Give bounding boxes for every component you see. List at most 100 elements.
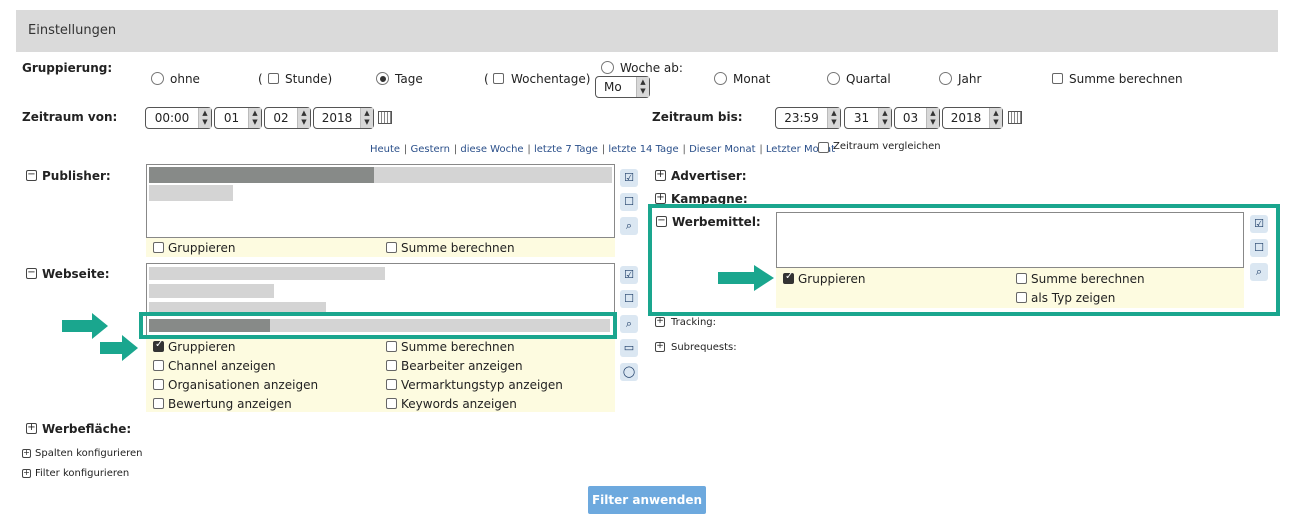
von-month-select[interactable]: 02 ▲ ▼ [264, 107, 311, 129]
chevron-updown-icon: ▲ ▼ [297, 108, 310, 128]
wochentage-paren: ( [484, 72, 489, 86]
checkbox-bearbeiter[interactable] [386, 360, 397, 371]
von-time-value: 00:00 [154, 111, 190, 125]
select-all-icon[interactable]: ☑ [620, 169, 638, 187]
checkbox-werbemittel-summe[interactable] [1016, 273, 1027, 284]
radio-ohne-label: ohne [170, 72, 200, 86]
search-icon[interactable]: ⌕ [620, 217, 638, 235]
collapse-werbemittel-icon[interactable]: − [656, 216, 667, 227]
deselect-all-icon[interactable]: ☐ [620, 193, 638, 211]
von-day-select[interactable]: 01 ▲ ▼ [214, 107, 262, 129]
bis-time-value: 23:59 [784, 111, 819, 125]
webseite-summe-label: Summe berechnen [401, 340, 515, 354]
chevron-updown-icon: ▲ ▼ [989, 108, 1002, 128]
channel-label: Channel anzeigen [168, 359, 276, 373]
radio-jahr[interactable] [939, 72, 952, 85]
advertiser-label: Advertiser: [671, 169, 747, 183]
list-item[interactable] [149, 167, 374, 183]
expand-werbeflaeche-icon[interactable]: + [26, 423, 37, 434]
radio-woche-ab[interactable] [601, 61, 614, 74]
checkbox-publisher-summe[interactable] [386, 242, 397, 253]
search-icon[interactable]: ⌕ [1250, 263, 1268, 281]
link-heute[interactable]: Heute [370, 144, 400, 155]
checkbox-wochentage[interactable] [493, 73, 504, 84]
spalten-link[interactable]: Spalten konfigurieren [35, 448, 143, 459]
radio-monat[interactable] [714, 72, 727, 85]
chevron-updown-icon: ▲ ▼ [360, 108, 373, 128]
von-month-value: 02 [273, 111, 289, 125]
organisationen-label: Organisationen anzeigen [168, 378, 319, 392]
checkbox-channel[interactable] [153, 360, 164, 371]
checkbox-publisher-gruppieren[interactable] [153, 242, 164, 253]
expand-spalten-icon[interactable]: + [22, 449, 31, 458]
page-title: Einstellungen [28, 23, 117, 38]
deselect-all-icon[interactable]: ☐ [1250, 239, 1268, 257]
user-icon[interactable]: ◯ [620, 363, 638, 381]
checkbox-stunde[interactable] [268, 73, 279, 84]
radio-quartal-label: Quartal [846, 72, 891, 86]
expand-kampagne-icon[interactable]: + [655, 193, 666, 204]
calendar-icon[interactable] [378, 111, 392, 124]
calendar-icon[interactable] [1008, 111, 1022, 124]
filter-config-link[interactable]: Filter konfigurieren [35, 468, 129, 479]
bis-year-select[interactable]: 2018 ▲ ▼ [942, 107, 1003, 129]
deselect-all-icon[interactable]: ☐ [620, 290, 638, 308]
list-item[interactable] [149, 267, 385, 280]
tracking-label: Tracking: [671, 317, 716, 328]
expand-subrequests-icon[interactable]: + [655, 342, 665, 352]
checkbox-bewertung[interactable] [153, 398, 164, 409]
expand-filter-icon[interactable]: + [22, 469, 31, 478]
werbeflaeche-label: Werbefläche: [42, 422, 132, 436]
arrow-icon [718, 265, 774, 291]
list-item[interactable] [149, 185, 233, 201]
apply-filter-button[interactable]: Filter anwenden [588, 486, 706, 514]
publisher-summe-label: Summe berechnen [401, 241, 515, 255]
werbemittel-gruppieren-label: Gruppieren [798, 272, 866, 286]
list-item[interactable] [149, 284, 274, 298]
checkbox-webseite-gruppieren[interactable] [153, 339, 164, 352]
link-letzte-7-tage[interactable]: letzte 7 Tage [534, 144, 598, 155]
bis-month-value: 03 [902, 111, 919, 125]
publisher-listbox[interactable] [146, 164, 615, 238]
von-time-select[interactable]: 00:00 ▲ ▼ [145, 107, 212, 129]
bis-day-select[interactable]: 31 ▲ ▼ [844, 107, 892, 129]
list-item-rest [374, 167, 612, 183]
checkbox-compare[interactable] [818, 142, 829, 153]
checkbox-werbemittel-gruppieren[interactable] [783, 271, 794, 284]
collapse-publisher-icon[interactable]: − [26, 170, 37, 181]
list-item[interactable] [149, 302, 326, 312]
link-letzte-14-tage[interactable]: letzte 14 Tage [608, 144, 678, 155]
radio-monat-label: Monat [733, 72, 771, 86]
select-all-icon[interactable]: ☑ [1250, 215, 1268, 233]
werbemittel-listbox[interactable] [776, 212, 1244, 268]
radio-ohne[interactable] [151, 72, 164, 85]
expand-advertiser-icon[interactable]: + [655, 170, 666, 181]
radio-tage-label: Tage [395, 72, 423, 86]
checkbox-vermarktungstyp[interactable] [386, 379, 397, 390]
radio-quartal[interactable] [827, 72, 840, 85]
checkbox-summe-grouping[interactable] [1052, 73, 1063, 84]
checkbox-keywords[interactable] [386, 398, 397, 409]
radio-tage[interactable] [376, 72, 389, 85]
select-all-icon[interactable]: ☑ [620, 266, 638, 284]
bis-month-select[interactable]: 03 ▲ ▼ [894, 107, 940, 129]
bewertung-label: Bewertung anzeigen [168, 397, 292, 411]
publisher-gruppieren-label: Gruppieren [168, 241, 236, 255]
collapse-webseite-icon[interactable]: − [26, 268, 37, 279]
checkbox-webseite-summe[interactable] [386, 341, 397, 352]
expand-tracking-icon[interactable]: + [655, 317, 665, 327]
folder-icon[interactable]: ▭ [620, 339, 638, 357]
chevron-updown-icon: ▲ ▼ [878, 108, 891, 128]
bis-time-select[interactable]: 23:59 ▲ ▼ [775, 107, 841, 129]
week-start-select[interactable]: Mo ▲ ▼ [595, 76, 650, 98]
search-icon[interactable]: ⌕ [620, 315, 638, 333]
checkbox-typ[interactable] [1016, 292, 1027, 303]
checkbox-organisationen[interactable] [153, 379, 164, 390]
bis-year-value: 2018 [950, 111, 982, 125]
link-gestern[interactable]: Gestern [410, 144, 449, 155]
bis-day-value: 31 [853, 111, 870, 125]
von-year-select[interactable]: 2018 ▲ ▼ [313, 107, 374, 129]
link-diese-woche[interactable]: diese Woche [460, 144, 523, 155]
zeitraum-von-label: Zeitraum von: [22, 110, 118, 124]
link-dieser-monat[interactable]: Dieser Monat [689, 144, 755, 155]
